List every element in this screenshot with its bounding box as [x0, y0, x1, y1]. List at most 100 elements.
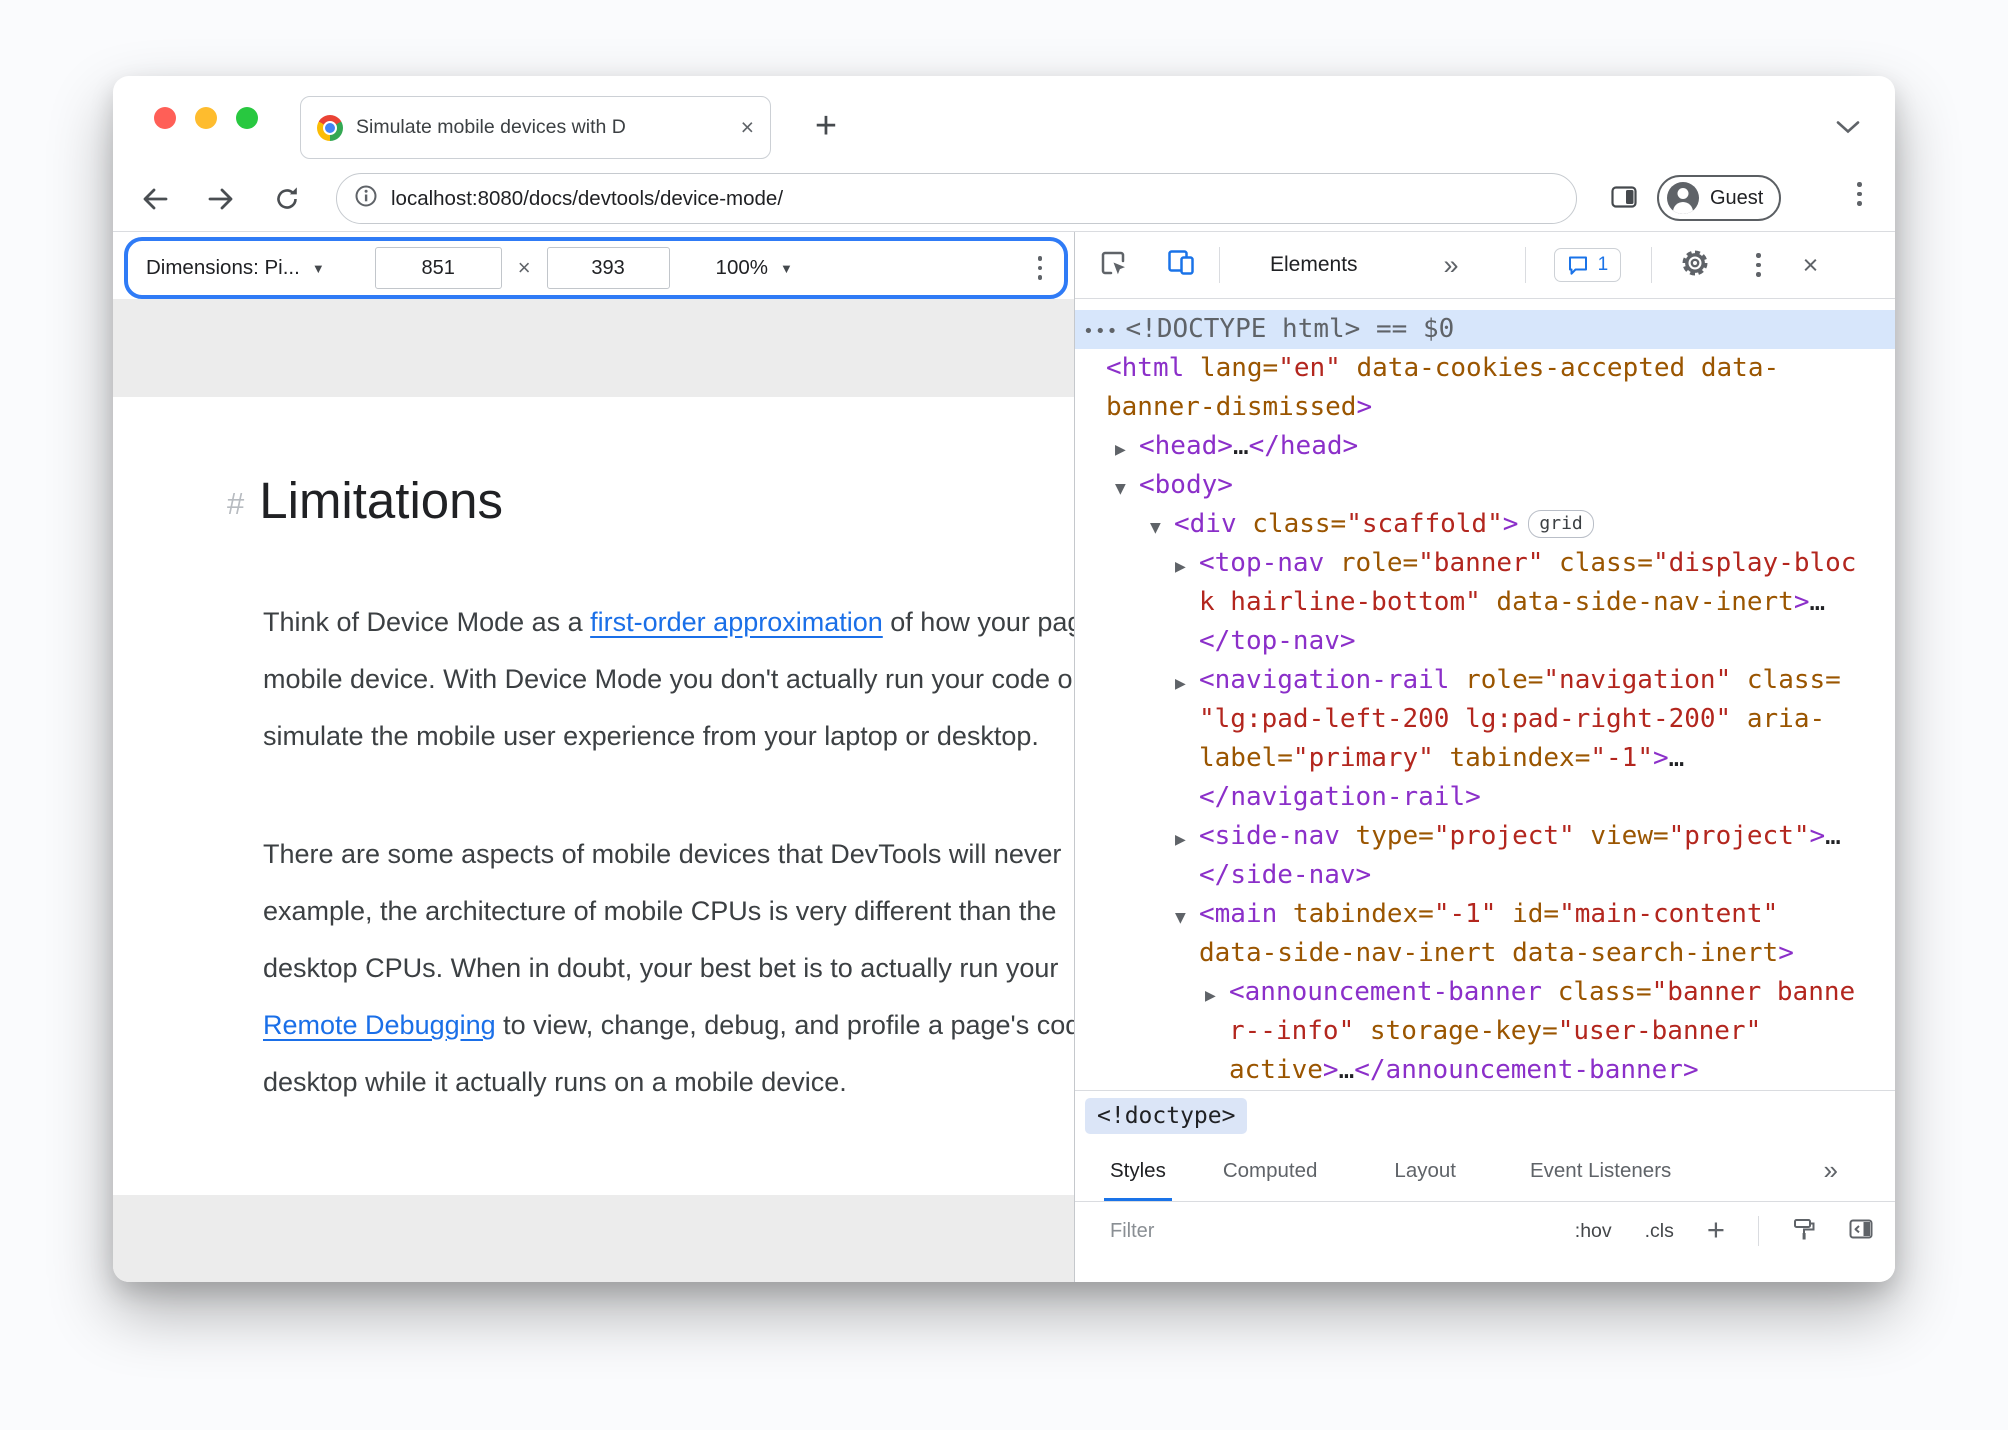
styles-filter-bar: :hov .cls + — [1075, 1202, 1895, 1260]
avatar — [1667, 182, 1699, 214]
page-link[interactable]: first-order approximation — [590, 607, 883, 637]
toolbar-separator — [1524, 247, 1526, 283]
dimensions-dropdown[interactable]: Dimensions: Pi... — [146, 256, 300, 280]
sidebar-pane-tabs: Styles Computed Layout Event Listeners » — [1075, 1140, 1895, 1202]
dom-tree-line[interactable]: banner-dismissed> — [1075, 388, 1895, 427]
vertical-dots-icon — [1037, 256, 1042, 280]
tab-event-listeners[interactable]: Event Listeners — [1530, 1140, 1671, 1201]
dom-tree-line[interactable]: ▼ <body> — [1075, 466, 1895, 505]
new-style-rule-button[interactable]: + — [1707, 1214, 1725, 1245]
grid-adorner-badge[interactable]: grid — [1528, 510, 1594, 538]
more-panes-icon[interactable]: » — [1824, 1155, 1838, 1186]
tab-styles[interactable]: Styles — [1104, 1140, 1172, 1201]
viewport-height-input[interactable] — [546, 247, 670, 289]
page-heading: # Limitations — [227, 471, 503, 530]
url-text[interactable]: localhost:8080/docs/devtools/device-mode… — [391, 187, 783, 211]
more-panels-icon[interactable]: » — [1444, 250, 1459, 281]
paragraph: There are some aspects of mobile devices… — [263, 826, 1074, 1111]
tab-close-icon[interactable]: × — [741, 116, 754, 139]
devtools-menu-button[interactable] — [1756, 253, 1761, 277]
inspect-element-icon[interactable] — [1099, 249, 1127, 282]
new-tab-button[interactable]: + — [803, 103, 849, 149]
dom-tree-line[interactable]: <html lang="en" data-cookies-accepted da… — [1075, 349, 1895, 388]
profile-button[interactable]: Guest — [1657, 175, 1782, 221]
dom-tree-line[interactable]: "lg:pad-left-200 lg:pad-right-200" aria- — [1075, 700, 1895, 739]
site-info-icon[interactable] — [354, 184, 378, 213]
devtools-toolbar: Elements » 1 × — [1075, 232, 1895, 299]
page-text-line: Remote Debugging to view, change, debug,… — [263, 1010, 1074, 1040]
dom-tree-line[interactable]: ▼ <main tabindex="-1" id="main-content" — [1075, 895, 1895, 934]
tree-collapsed-arrow-icon[interactable]: ▶ — [1115, 431, 1139, 470]
device-toolbar-menu-button[interactable] — [1037, 256, 1042, 280]
breadcrumb: <!doctype> — [1075, 1090, 1895, 1140]
browser-menu-button[interactable] — [1857, 182, 1862, 206]
side-panel-icon[interactable] — [1611, 186, 1637, 213]
page-text-line: desktop while it actually runs on a mobi… — [263, 1067, 847, 1097]
styles-filter-input[interactable] — [1110, 1219, 1440, 1243]
browser-tab[interactable]: Simulate mobile devices with D × — [300, 96, 771, 159]
dom-tree-line[interactable]: ▶ <announcement-banner class="banner bann… — [1075, 973, 1895, 1012]
dom-tree-line[interactable]: </side-nav> — [1075, 856, 1895, 895]
window-chevron-icon[interactable] — [1835, 120, 1861, 139]
dom-tree-line[interactable]: data-side-nav-inert data-search-inert> — [1075, 934, 1895, 973]
console-messages-badge[interactable]: 1 — [1553, 248, 1622, 282]
page-text-line: desktop CPUs. When in doubt, your best b… — [263, 953, 1059, 983]
heading-anchor-link[interactable]: # — [227, 486, 244, 522]
dom-tree-line[interactable]: label="primary" tabindex="-1">… — [1075, 739, 1895, 778]
dom-tree-line[interactable]: </top-nav> — [1075, 622, 1895, 661]
tree-collapsed-arrow-icon[interactable]: ▶ — [1175, 665, 1199, 704]
paint-roller-icon[interactable] — [1792, 1217, 1816, 1246]
back-button[interactable] — [139, 183, 171, 215]
close-window-button[interactable] — [154, 107, 176, 129]
element-classes-button[interactable]: .cls — [1645, 1220, 1674, 1243]
toolbar-separator — [1219, 247, 1220, 283]
tree-collapsed-arrow-icon[interactable]: ▶ — [1175, 821, 1199, 860]
maximize-window-button[interactable] — [236, 107, 258, 129]
devtools-close-icon[interactable]: × — [1803, 251, 1819, 279]
sidebar-toggle-icon[interactable] — [1849, 1219, 1873, 1244]
zoom-dropdown[interactable]: 100% — [716, 256, 768, 280]
tree-expanded-arrow-icon[interactable]: ▼ — [1150, 509, 1174, 548]
tree-expanded-arrow-icon[interactable]: ▼ — [1115, 470, 1139, 509]
dom-tree-line[interactable]: ▶ <side-nav type="project" view="project"… — [1075, 817, 1895, 856]
page-text-line: Think of Device Mode as a first-order ap… — [263, 607, 1074, 637]
tab-title: Simulate mobile devices with D — [356, 116, 626, 138]
tab-layout[interactable]: Layout — [1394, 1140, 1456, 1201]
vertical-dots-icon — [1756, 253, 1761, 277]
zoom-dropdown-arrow-icon[interactable]: ▼ — [780, 261, 793, 276]
dom-tree-line[interactable]: k hairline-bottom" data-side-nav-inert>… — [1075, 583, 1895, 622]
dom-tree-line[interactable]: ▶ <top-nav role="banner" class="display-b… — [1075, 544, 1895, 583]
dom-tree-line[interactable]: r--info" storage-key="user-banner" — [1075, 1012, 1895, 1051]
console-message-count: 1 — [1597, 254, 1609, 275]
page-text-line: example, the architecture of mobile CPUs… — [263, 896, 1057, 926]
dom-tree-line[interactable]: ▶ <head>…</head> — [1075, 427, 1895, 466]
dom-tree-line[interactable]: active>…</announcement-banner> — [1075, 1051, 1895, 1090]
breadcrumb-item[interactable]: <!doctype> — [1085, 1097, 1248, 1134]
forward-button[interactable] — [205, 183, 237, 215]
settings-gear-icon[interactable] — [1680, 248, 1710, 283]
device-toolbar: Dimensions: Pi... ▼ × 100% ▼ — [124, 237, 1068, 299]
viewport-width-input[interactable] — [374, 247, 502, 289]
dom-tree-line[interactable]: ▶ <navigation-rail role="navigation" clas… — [1075, 661, 1895, 700]
minimize-window-button[interactable] — [195, 107, 217, 129]
dom-tree-line[interactable]: </navigation-rail> — [1075, 778, 1895, 817]
traffic-lights — [154, 107, 258, 129]
dom-tree-line[interactable]: ••• <!DOCTYPE html> == $0 — [1075, 310, 1895, 349]
page-text-line: mobile device. With Device Mode you don'… — [263, 664, 1074, 694]
dom-tree-line[interactable]: ▼ <div class="scaffold"> grid — [1075, 505, 1895, 544]
profile-label: Guest — [1710, 186, 1764, 209]
tab-elements[interactable]: Elements — [1270, 253, 1358, 277]
browser-window: Simulate mobile devices with D × + local… — [113, 76, 1895, 1282]
address-bar[interactable]: localhost:8080/docs/devtools/device-mode… — [336, 173, 1577, 224]
vertical-dots-icon — [1857, 182, 1862, 206]
tree-expanded-arrow-icon[interactable]: ▼ — [1175, 899, 1199, 938]
tree-collapsed-arrow-icon[interactable]: ▶ — [1175, 548, 1199, 587]
page-link[interactable]: Remote Debugging — [263, 1010, 496, 1040]
tab-computed[interactable]: Computed — [1223, 1140, 1318, 1201]
reload-button[interactable] — [271, 183, 303, 215]
device-toolbar-toggle-icon[interactable] — [1167, 249, 1195, 281]
dropdown-arrow-icon[interactable]: ▼ — [312, 261, 325, 276]
tree-collapsed-arrow-icon[interactable]: ▶ — [1205, 977, 1229, 1016]
toggle-element-state-button[interactable]: :hov — [1575, 1220, 1612, 1243]
desktop-background: Simulate mobile devices with D × + local… — [0, 0, 2008, 1430]
